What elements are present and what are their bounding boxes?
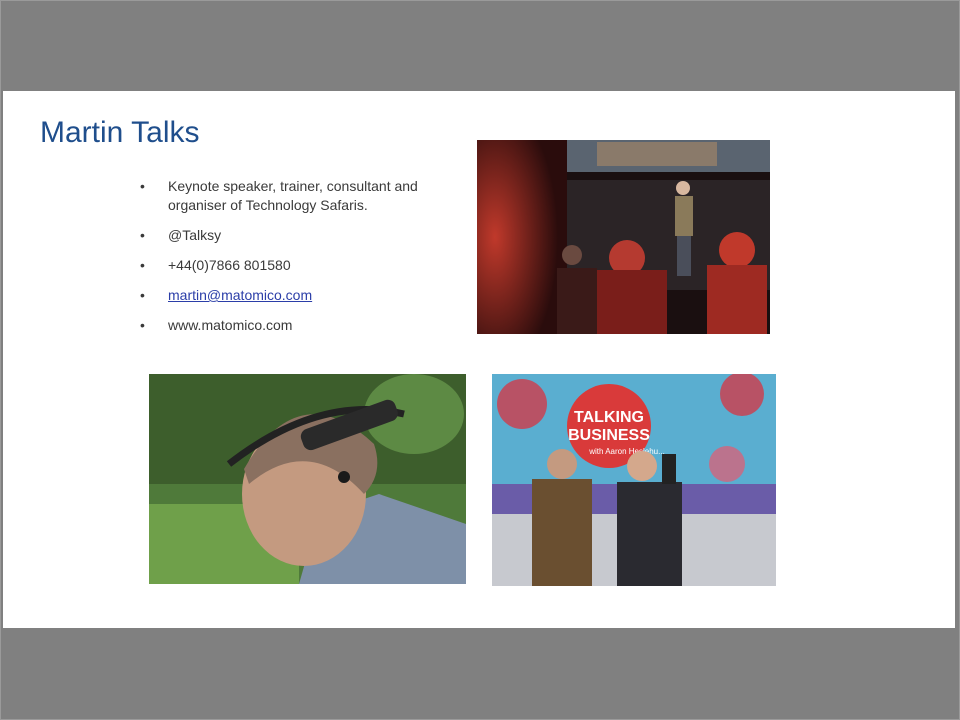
bullet-dot: • — [140, 227, 145, 243]
bullet-item: • Keynote speaker, trainer, consultant an… — [140, 177, 460, 215]
bullet-dot: • — [140, 257, 145, 273]
photo-tv-studio: TALKING BUSINESS with Aaron Heslehu... — [492, 374, 776, 586]
bullet-text: Keynote speaker, trainer, consultant and… — [168, 178, 418, 213]
bullet-item: • @Talksy — [140, 226, 460, 245]
tv-sign-line3: with Aaron Heslehu... — [588, 447, 665, 456]
bullet-text: +44(0)7866 801580 — [168, 257, 291, 273]
photo-headset — [149, 374, 466, 584]
email-link[interactable]: martin@matomico.com — [168, 287, 312, 303]
tv-sign-line1: TALKING — [574, 409, 644, 426]
bullet-item: • martin@matomico.com — [140, 286, 460, 305]
slide: Martin Talks • Keynote speaker, trainer, … — [3, 91, 955, 628]
tv-sign-line2: BUSINESS — [568, 427, 650, 444]
bullet-dot: • — [140, 287, 145, 303]
bullet-item: • +44(0)7866 801580 — [140, 256, 460, 275]
top-letterbox — [3, 3, 955, 91]
bullet-text: @Talksy — [168, 227, 222, 243]
bullet-text: www.matomico.com — [168, 317, 293, 333]
photo-keynote-stage — [477, 140, 770, 334]
bullet-item: • www.matomico.com — [140, 316, 460, 335]
bullet-dot: • — [140, 317, 145, 333]
slide-title: Martin Talks — [40, 116, 200, 149]
bullet-list: • Keynote speaker, trainer, consultant an… — [140, 177, 460, 346]
bullet-dot: • — [140, 178, 145, 194]
bottom-letterbox — [3, 628, 955, 716]
